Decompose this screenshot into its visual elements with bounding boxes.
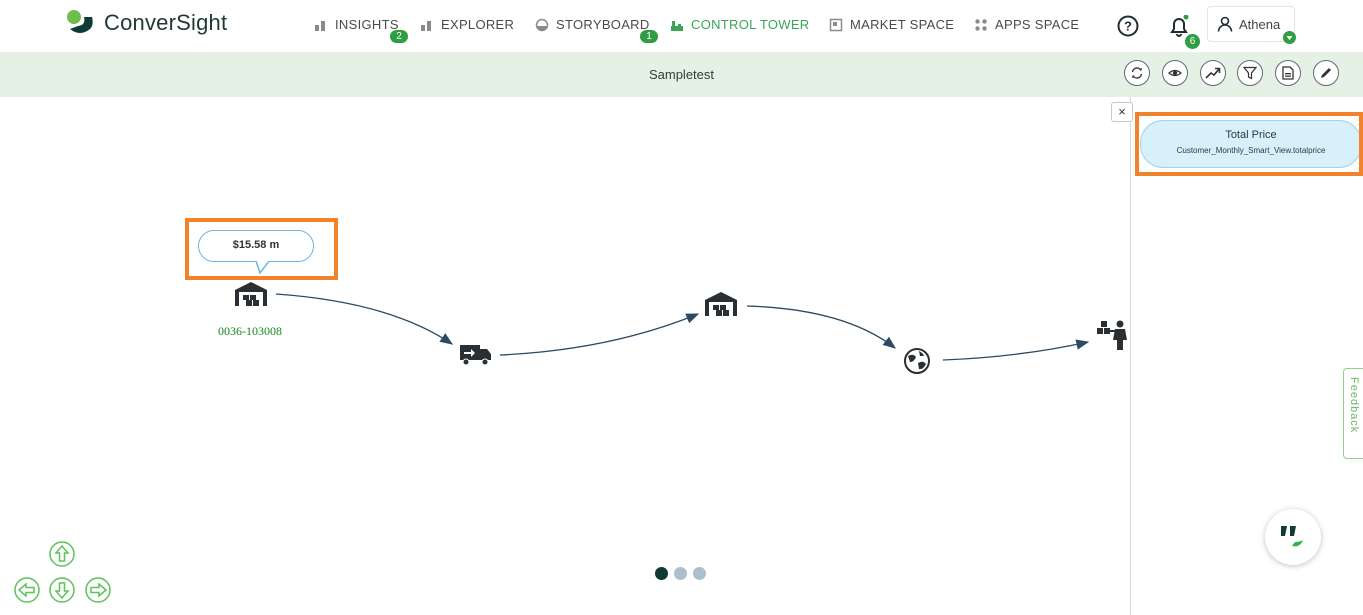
nav-control-tower[interactable]: CONTROL TOWER bbox=[670, 17, 810, 32]
bar-chart-icon bbox=[315, 20, 325, 31]
help-button[interactable]: ? bbox=[1117, 15, 1139, 42]
pan-right-button[interactable] bbox=[85, 577, 111, 603]
storyboard-icon bbox=[535, 18, 549, 31]
logo-mark-icon bbox=[67, 10, 93, 33]
flow-arrow-4 bbox=[942, 339, 1090, 361]
view-button[interactable] bbox=[1162, 60, 1188, 86]
arrow-down-icon bbox=[49, 577, 75, 603]
pagination-dots bbox=[655, 567, 706, 580]
feedback-tab[interactable]: Feedback bbox=[1343, 368, 1363, 459]
svg-text:?: ? bbox=[1124, 19, 1132, 34]
insights-badge: 2 bbox=[390, 30, 408, 43]
trend-button[interactable] bbox=[1200, 60, 1226, 86]
arrow-left-icon bbox=[14, 577, 40, 603]
page-dot-1[interactable] bbox=[655, 567, 668, 580]
delivery-truck-icon[interactable] bbox=[460, 345, 491, 366]
nav-storyboard[interactable]: STORYBOARD bbox=[535, 17, 650, 32]
trend-icon bbox=[1205, 67, 1221, 79]
nav-apps-space[interactable]: APPS SPACE bbox=[974, 17, 1079, 32]
page-dot-3[interactable] bbox=[693, 567, 706, 580]
warehouse-icon[interactable] bbox=[705, 292, 737, 316]
arrow-right-icon bbox=[85, 577, 111, 603]
warehouse-icon[interactable] bbox=[235, 282, 267, 306]
top-navigation-bar: ConverSight INSIGHTS 2 EXPLORER STORYBOA… bbox=[0, 0, 1363, 52]
eye-icon bbox=[1168, 69, 1182, 77]
edit-icon bbox=[1321, 68, 1331, 78]
logo-text: ConverSight bbox=[104, 10, 228, 35]
close-panel-button[interactable]: × bbox=[1111, 102, 1133, 122]
nav-explorer[interactable]: EXPLORER bbox=[420, 17, 514, 32]
pan-down-button[interactable] bbox=[49, 577, 75, 603]
nav-insights-label: INSIGHTS bbox=[335, 17, 399, 32]
nav-market-space[interactable]: MARKET SPACE bbox=[829, 17, 954, 32]
flow-arrow-2 bbox=[499, 313, 700, 356]
bar-chart-icon bbox=[421, 20, 431, 31]
flow-arrow-3 bbox=[746, 305, 897, 349]
filter-button[interactable] bbox=[1237, 60, 1263, 86]
control-tower-icon bbox=[671, 20, 683, 31]
apps-grid-icon bbox=[975, 18, 987, 31]
user-icon bbox=[1217, 16, 1233, 32]
notification-count-badge: 6 bbox=[1185, 34, 1200, 49]
flow-diagram bbox=[235, 282, 1127, 374]
document-icon bbox=[1282, 66, 1294, 80]
market-icon bbox=[829, 18, 843, 31]
nav-insights[interactable]: INSIGHTS bbox=[314, 17, 399, 32]
user-name: Athena bbox=[1239, 17, 1281, 32]
measure-card-highlight bbox=[1135, 112, 1363, 176]
pan-up-button[interactable] bbox=[49, 541, 75, 567]
document-button[interactable] bbox=[1275, 60, 1301, 86]
user-menu[interactable]: Athena bbox=[1207, 6, 1296, 44]
page-title: Sampletest bbox=[648, 67, 715, 82]
filter-icon bbox=[1243, 66, 1257, 80]
globe-icon[interactable] bbox=[904, 348, 930, 374]
nav-market-space-label: MARKET SPACE bbox=[850, 17, 955, 32]
source-node-label[interactable]: 0036-103008 bbox=[218, 324, 282, 339]
feedback-label: Feedback bbox=[1348, 377, 1360, 434]
assistant-logo-icon bbox=[1281, 526, 1303, 547]
nav-storyboard-label: STORYBOARD bbox=[556, 17, 650, 32]
refresh-icon bbox=[1131, 67, 1143, 79]
chat-assistant-button[interactable] bbox=[1265, 509, 1321, 565]
nav-control-tower-label: CONTROL TOWER bbox=[691, 17, 810, 32]
storyboard-badge: 1 bbox=[640, 30, 658, 43]
help-icon: ? bbox=[1117, 15, 1139, 37]
page-dot-2[interactable] bbox=[674, 567, 687, 580]
arrow-up-icon bbox=[49, 541, 75, 567]
pan-left-button[interactable] bbox=[14, 577, 40, 603]
flow-canvas[interactable] bbox=[0, 97, 1130, 615]
nav-apps-space-label: APPS SPACE bbox=[995, 17, 1080, 32]
chevron-down-icon bbox=[1283, 31, 1296, 44]
value-callout-highlight bbox=[185, 218, 338, 280]
flow-arrow-1 bbox=[275, 293, 454, 345]
customer-icon[interactable] bbox=[1097, 320, 1127, 351]
nav-explorer-label: EXPLORER bbox=[441, 17, 515, 32]
refresh-button[interactable] bbox=[1124, 60, 1150, 86]
conversight-logo[interactable]: ConverSight bbox=[66, 9, 227, 37]
storyboard-title-bar: Sampletest bbox=[0, 52, 1363, 97]
edit-button[interactable] bbox=[1313, 60, 1339, 86]
